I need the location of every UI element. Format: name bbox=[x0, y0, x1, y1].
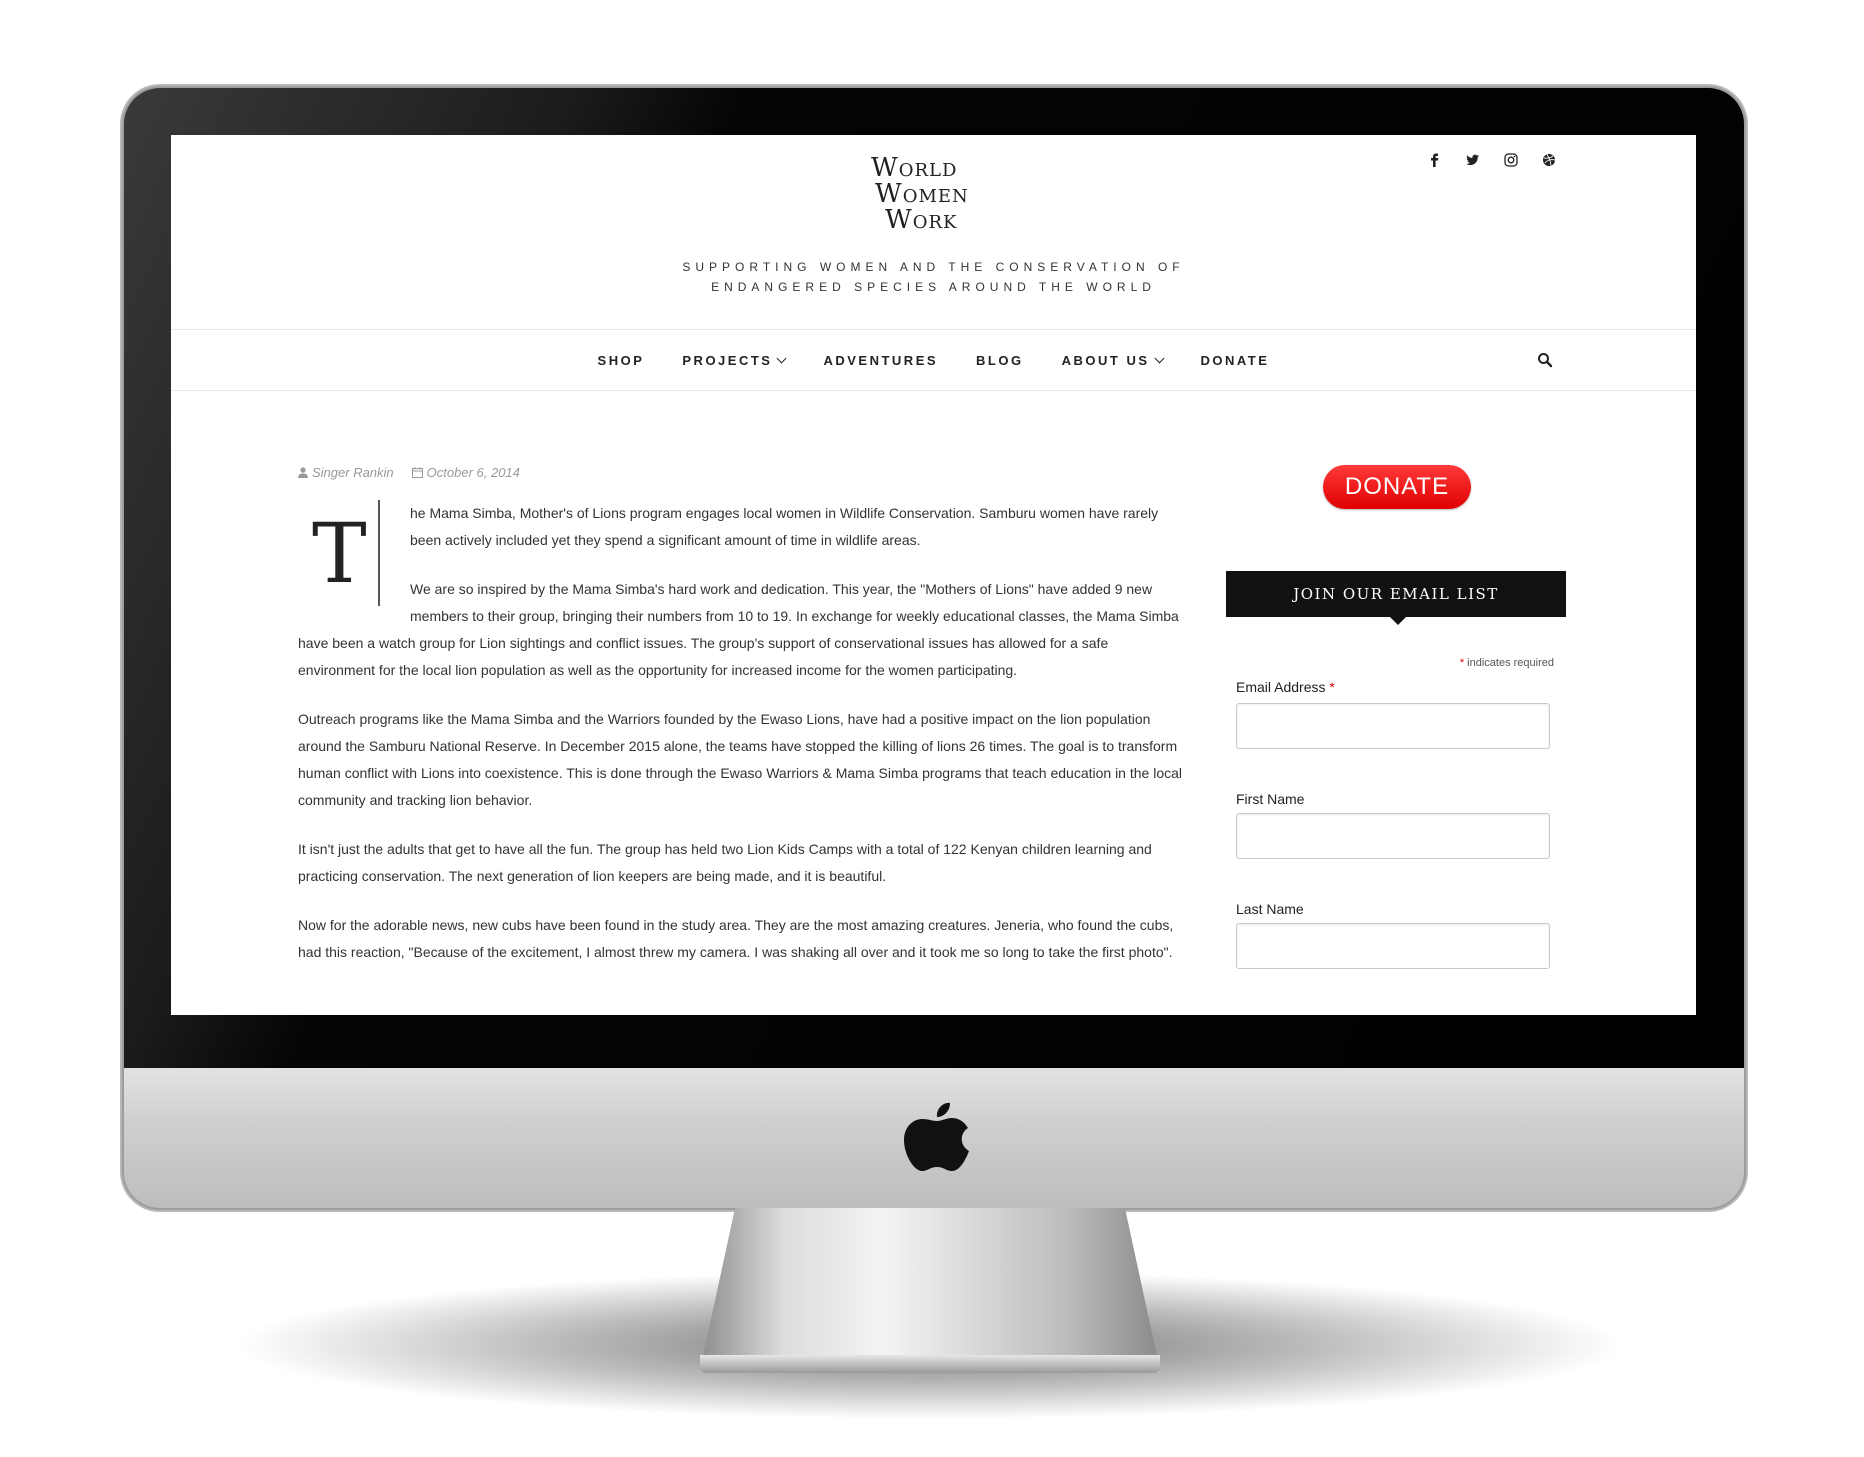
required-note: * indicates required bbox=[1460, 657, 1554, 669]
social-links bbox=[1428, 153, 1556, 167]
nav-item-adventures[interactable]: ADVENTURES bbox=[823, 353, 938, 368]
logo-line-1: World bbox=[871, 153, 958, 183]
browser-screen: World Women Work SUPPORTING WOMEN AND TH… bbox=[171, 135, 1696, 1015]
post-date: October 6, 2014 bbox=[411, 465, 520, 480]
first-name-field[interactable] bbox=[1236, 813, 1550, 859]
logo-line-3: Work bbox=[885, 205, 958, 235]
nav-item-shop[interactable]: SHOP bbox=[598, 353, 645, 368]
instagram-icon[interactable] bbox=[1504, 153, 1518, 167]
last-name-label: Last Name bbox=[1236, 901, 1304, 917]
nav-item-about-us[interactable]: ABOUT US bbox=[1061, 352, 1164, 368]
nav-item-blog[interactable]: BLOG bbox=[976, 353, 1024, 368]
nav-label: DONATE bbox=[1200, 352, 1270, 368]
nav-label: BLOG bbox=[976, 352, 1024, 368]
email-field[interactable] bbox=[1236, 703, 1550, 749]
post-meta: Singer Rankin October 6, 2014 bbox=[298, 465, 1188, 480]
drop-cap-letter: T bbox=[312, 507, 367, 602]
post-date-text: October 6, 2014 bbox=[426, 465, 520, 480]
chevron-down-icon bbox=[1154, 353, 1164, 363]
main-nav: SHOP PROJECTS ADVENTURES BLOG ABOUT US D… bbox=[171, 330, 1696, 391]
nav-item-donate[interactable]: DONATE bbox=[1201, 353, 1270, 368]
article-paragraph: It isn't just the adults that get to hav… bbox=[298, 841, 1152, 884]
imac-stand bbox=[700, 1200, 1160, 1370]
email-list-heading: JOIN OUR EMAIL LIST bbox=[1226, 571, 1566, 625]
search-icon[interactable] bbox=[1537, 352, 1553, 368]
tagline-line-1: SUPPORTING WOMEN AND THE CONSERVATION OF bbox=[682, 260, 1185, 274]
nav-label: PROJECTS bbox=[682, 352, 773, 368]
email-field-label: Email Address * bbox=[1236, 679, 1335, 695]
field-label-text: Email Address bbox=[1236, 679, 1326, 695]
logo-line-2: Women bbox=[875, 179, 969, 209]
article-paragraph: Now for the adorable news, new cubs have… bbox=[298, 917, 1174, 960]
required-note-text: indicates required bbox=[1467, 657, 1554, 669]
article-paragraph: Outreach programs like the Mama Simba an… bbox=[298, 711, 1183, 808]
nav-item-projects[interactable]: PROJECTS bbox=[682, 352, 787, 368]
site-tagline: SUPPORTING WOMEN AND THE CONSERVATION OF… bbox=[171, 257, 1696, 297]
nav-label: SHOP bbox=[597, 352, 645, 368]
last-name-field[interactable] bbox=[1236, 923, 1550, 969]
field-label-text: Last Name bbox=[1236, 901, 1304, 917]
nav-label: ABOUT US bbox=[1061, 352, 1150, 368]
required-star: * bbox=[1325, 679, 1335, 695]
donate-button[interactable]: DONATE bbox=[1323, 465, 1471, 509]
calendar-icon bbox=[411, 467, 423, 478]
post-author-name: Singer Rankin bbox=[312, 465, 394, 480]
facebook-icon[interactable] bbox=[1428, 153, 1442, 167]
first-name-label: First Name bbox=[1236, 791, 1304, 807]
field-label-text: First Name bbox=[1236, 791, 1305, 807]
drop-cap: T bbox=[298, 500, 380, 606]
blog-article: Singer Rankin October 6, 2014 T he Mama … bbox=[298, 465, 1188, 988]
apple-logo-icon bbox=[904, 1102, 969, 1171]
chevron-down-icon bbox=[777, 353, 787, 363]
user-icon bbox=[298, 467, 308, 478]
post-author[interactable]: Singer Rankin bbox=[298, 465, 394, 480]
twitter-icon[interactable] bbox=[1466, 153, 1480, 167]
article-body: T he Mama Simba, Mother's of Lions progr… bbox=[298, 500, 1188, 966]
site-logo[interactable]: World Women Work bbox=[871, 155, 1001, 233]
dribbble-icon[interactable] bbox=[1542, 153, 1556, 167]
imac-stand-foot bbox=[700, 1355, 1160, 1373]
site-header: World Women Work SUPPORTING WOMEN AND TH… bbox=[171, 135, 1696, 330]
nav-label: ADVENTURES bbox=[823, 352, 939, 368]
article-paragraph: We are so inspired by the Mama Simba's h… bbox=[298, 581, 1179, 678]
tagline-line-2: ENDANGERED SPECIES AROUND THE WORLD bbox=[711, 280, 1156, 294]
article-paragraph: he Mama Simba, Mother's of Lions program… bbox=[410, 505, 1159, 548]
